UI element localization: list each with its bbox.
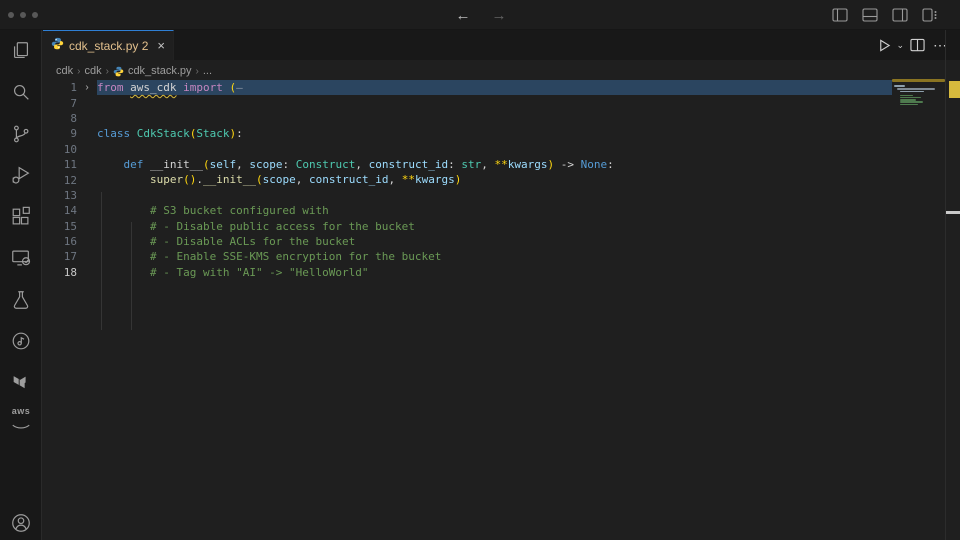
line-number[interactable]: 13 xyxy=(43,189,77,202)
explorer-icon[interactable] xyxy=(0,30,42,72)
code-line[interactable]: 11 def __init__(self, scope: Construct, … xyxy=(43,157,892,172)
history-navigation: ← → xyxy=(452,4,510,26)
minimap-line xyxy=(900,95,913,97)
code-line[interactable]: 7 xyxy=(43,95,892,110)
circular-extension-icon[interactable] xyxy=(0,321,42,363)
code-text xyxy=(97,111,892,126)
code-line[interactable]: 15 # - Disable public access for the buc… xyxy=(43,219,892,234)
code-line[interactable]: 8 xyxy=(43,111,892,126)
line-number[interactable]: 15 xyxy=(43,220,77,233)
code-line[interactable]: 16 # - Disable ACLs for the bucket xyxy=(43,234,892,249)
line-number[interactable]: 17 xyxy=(43,250,77,263)
testing-icon[interactable] xyxy=(0,279,42,321)
nav-forward-icon[interactable]: → xyxy=(488,4,510,26)
toggle-primary-sidebar-icon[interactable] xyxy=(828,5,852,25)
code-line[interactable]: 10 xyxy=(43,142,892,157)
code-line[interactable]: 1›from aws_cdk import (– xyxy=(43,80,892,95)
window-maximize-dot[interactable] xyxy=(32,12,38,18)
code-line[interactable]: 14 # S3 bucket configured with xyxy=(43,203,892,218)
layout-controls xyxy=(828,5,942,25)
search-icon[interactable] xyxy=(0,72,42,114)
code-line[interactable]: 17 # - Enable SSE-KMS encryption for the… xyxy=(43,249,892,264)
vscode-window: ← → xyxy=(0,0,960,540)
run-debug-icon[interactable] xyxy=(0,155,42,197)
minimap-line xyxy=(900,91,924,93)
code-text xyxy=(97,188,892,203)
window-controls[interactable] xyxy=(8,12,38,18)
code-text: # - Tag with "AI" -> "HelloWorld" xyxy=(97,265,892,280)
extensions-icon[interactable] xyxy=(0,196,42,238)
line-number[interactable]: 1 xyxy=(43,81,77,94)
accounts-icon[interactable] xyxy=(0,507,42,539)
fold-chevron-icon[interactable]: › xyxy=(77,82,97,93)
remote-explorer-icon[interactable] xyxy=(0,238,42,280)
customize-layout-icon[interactable] xyxy=(918,5,942,25)
code-text xyxy=(97,142,892,157)
code-text: class CdkStack(Stack): xyxy=(97,126,892,141)
line-number[interactable]: 11 xyxy=(43,158,77,171)
activity-bar: aws xyxy=(0,30,42,540)
code-text xyxy=(97,95,892,110)
minimap[interactable] xyxy=(892,78,945,308)
line-number[interactable]: 16 xyxy=(43,235,77,248)
code-line[interactable]: 13 xyxy=(43,188,892,203)
line-number[interactable]: 18 xyxy=(43,266,77,279)
line-number[interactable]: 10 xyxy=(43,143,77,156)
editor-group: cdk_stack.py 2 × ⌄ ⋯ cdk › cdk › cdk_s xyxy=(43,30,960,540)
terraform-icon[interactable] xyxy=(0,362,42,404)
minimap-line xyxy=(897,88,935,90)
overview-ruler xyxy=(945,30,960,540)
aws-toolkit-icon[interactable]: aws xyxy=(0,404,42,446)
code-line[interactable]: 18 # - Tag with "AI" -> "HelloWorld" xyxy=(43,265,892,280)
line-number[interactable]: 12 xyxy=(43,174,77,187)
code-text: # - Disable public access for the bucket xyxy=(97,219,892,234)
line-number[interactable]: 7 xyxy=(43,97,77,110)
minimap-line xyxy=(894,85,905,87)
window-close-dot[interactable] xyxy=(8,12,14,18)
code-text: # - Disable ACLs for the bucket xyxy=(97,234,892,249)
code-line[interactable]: 12 super().__init__(scope, construct_id,… xyxy=(43,172,892,187)
line-number[interactable]: 14 xyxy=(43,204,77,217)
code-line[interactable]: 9 class CdkStack(Stack): xyxy=(43,126,892,141)
code-text: # S3 bucket configured with xyxy=(97,203,892,218)
code-text: from aws_cdk import (– xyxy=(97,80,892,95)
minimap-line xyxy=(900,104,918,106)
line-number[interactable]: 9 xyxy=(43,127,77,140)
code-editor[interactable]: 1›from aws_cdk import (– 7 8 9 class CdkStac… xyxy=(43,30,960,540)
toggle-secondary-sidebar-icon[interactable] xyxy=(888,5,912,25)
code-lines: 1›from aws_cdk import (– 7 8 9 class CdkStac… xyxy=(43,80,892,280)
window-minimize-dot[interactable] xyxy=(20,12,26,18)
code-text: def __init__(self, scope: Construct, con… xyxy=(97,157,892,172)
source-control-icon[interactable] xyxy=(0,113,42,155)
code-text: # - Enable SSE-KMS encryption for the bu… xyxy=(97,249,892,264)
code-text: super().__init__(scope, construct_id, **… xyxy=(97,172,892,187)
line-number[interactable]: 8 xyxy=(43,112,77,125)
minimap-line xyxy=(900,101,923,103)
nav-back-icon[interactable]: ← xyxy=(452,4,474,26)
titlebar: ← → xyxy=(0,0,960,30)
minimap-line xyxy=(892,79,945,82)
overview-warning-marker xyxy=(949,81,960,98)
overview-cursor-marker xyxy=(946,211,960,214)
toggle-panel-icon[interactable] xyxy=(858,5,882,25)
